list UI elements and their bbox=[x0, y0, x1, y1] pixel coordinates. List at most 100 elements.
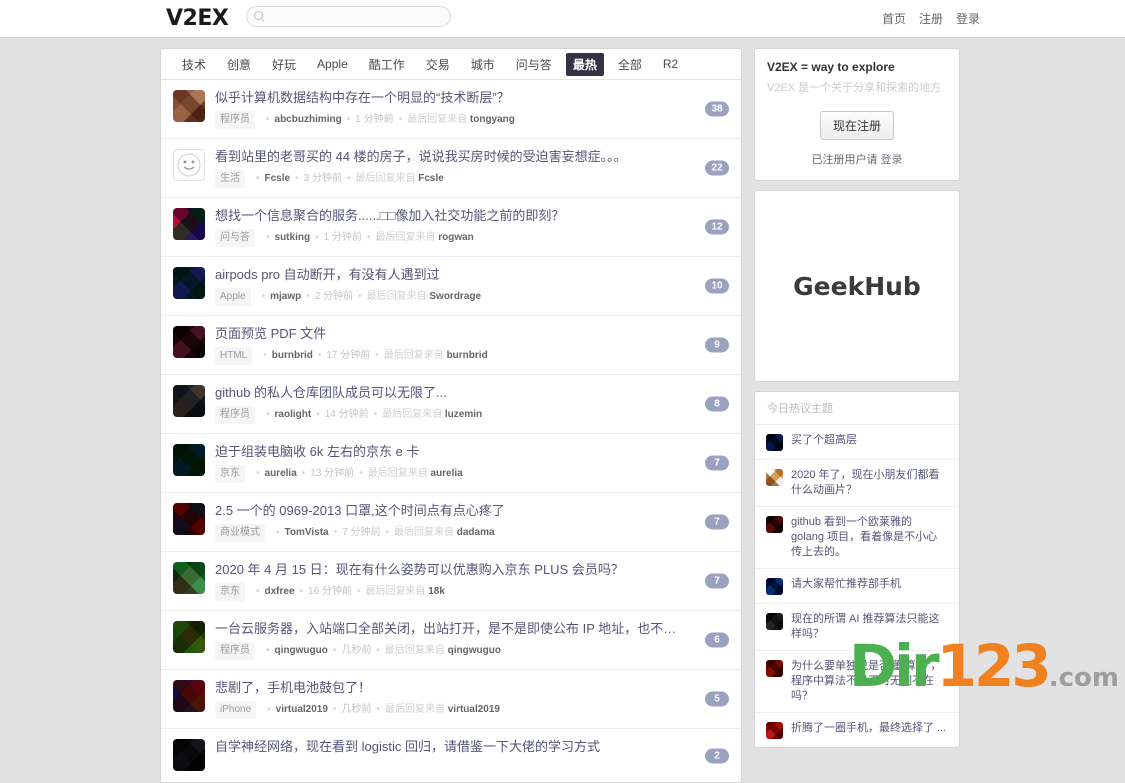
hot-topic-item[interactable]: github 看到一个欧莱雅的 golang 项目，看着像是不小心传上去的。 bbox=[755, 507, 959, 569]
topic-row[interactable]: 迫于组装电脑收 6k 左右的京东 e 卡京东 • aurelia • 13 分钟前 • 最后… bbox=[161, 434, 741, 493]
topic-row[interactable]: 自学神经网络，现在看到 logistic 回归，请借鉴一下大佬的学习方式 2 bbox=[161, 729, 741, 782]
avatar[interactable] bbox=[173, 503, 205, 535]
avatar[interactable] bbox=[173, 680, 205, 712]
topic-author[interactable]: dxfree bbox=[265, 585, 295, 599]
hot-topic-item[interactable]: 折腾了一圈手机，最终选择了 ... bbox=[755, 713, 959, 747]
avatar[interactable] bbox=[173, 326, 205, 358]
topic-author[interactable]: sutking bbox=[275, 231, 311, 245]
tab-城市[interactable]: 城市 bbox=[464, 53, 502, 76]
topic-row[interactable]: 2020 年 4 月 15 日：现在有什么姿势可以优惠购入京东 PLUS 会员吗… bbox=[161, 552, 741, 611]
topic-author[interactable]: aurelia bbox=[265, 467, 297, 481]
topic-node-badge[interactable]: Apple bbox=[215, 288, 251, 306]
avatar[interactable] bbox=[173, 149, 205, 181]
reply-count-badge[interactable]: 7 bbox=[705, 455, 729, 471]
topic-row[interactable]: 似乎计算机数据结构中存在一个明显的“技术断层”？ 程序员 • abcbuzhiming… bbox=[161, 80, 741, 139]
topic-last-replier[interactable]: 18k bbox=[428, 585, 445, 599]
topic-node-badge[interactable]: 程序员 bbox=[215, 111, 255, 129]
nav-link-home[interactable]: 首页 bbox=[882, 10, 906, 27]
topic-title[interactable]: 页面预览 PDF 文件 bbox=[215, 325, 683, 342]
topic-title[interactable]: airpods pro 自动断开，有没有人遇到过 bbox=[215, 266, 683, 283]
tab-酷工作[interactable]: 酷工作 bbox=[362, 53, 412, 76]
topic-title[interactable]: 似乎计算机数据结构中存在一个明显的“技术断层”？ bbox=[215, 89, 683, 106]
topic-last-replier[interactable]: Swordrage bbox=[429, 290, 481, 304]
hot-topic-title[interactable]: 为什么要单独说是否懂“算法”，程序中算法不是无时无刻不在吗？ bbox=[791, 659, 948, 704]
topic-row[interactable]: 悲剧了，手机电池鼓包了！ iPhone • virtual2019 • 几秒前 • 最后回复来… bbox=[161, 670, 741, 729]
topic-row[interactable]: github 的私人仓库团队成员可以无限了... 程序员 • raolight • 14 … bbox=[161, 375, 741, 434]
tab-好玩[interactable]: 好玩 bbox=[265, 53, 303, 76]
hot-topic-item[interactable]: 为什么要单独说是否懂“算法”，程序中算法不是无时无刻不在吗？ bbox=[755, 651, 959, 713]
reply-count-badge[interactable]: 38 bbox=[705, 101, 729, 117]
tab-创意[interactable]: 创意 bbox=[220, 53, 258, 76]
tab-交易[interactable]: 交易 bbox=[419, 53, 457, 76]
topic-row[interactable]: 一台云服务器，入站端口全部关闭，出站打开，是不是即使公布 IP 地址，也不会被攻… bbox=[161, 611, 741, 670]
topic-author[interactable]: burnbrid bbox=[272, 349, 313, 363]
topic-last-replier[interactable]: virtual2019 bbox=[448, 703, 500, 717]
topic-node-badge[interactable]: iPhone bbox=[215, 701, 257, 719]
topic-author[interactable]: mjawp bbox=[270, 290, 301, 304]
topic-author[interactable]: virtual2019 bbox=[276, 703, 328, 717]
topic-author[interactable]: Fcsle bbox=[265, 172, 291, 186]
tab-Apple[interactable]: Apple bbox=[310, 54, 355, 74]
hot-topic-title[interactable]: 现在的所谓 AI 推荐算法只能这样吗？ bbox=[791, 612, 948, 642]
topic-row[interactable]: 看到站里的老哥买的 44 楼的房子，说说我买房时候的受迫害妄想症。。。 生活 • Fc… bbox=[161, 139, 741, 198]
topic-node-badge[interactable]: 生活 bbox=[215, 170, 245, 188]
topic-title[interactable]: 一台云服务器，入站端口全部关闭，出站打开，是不是即使公布 IP 地址，也不会被攻… bbox=[215, 620, 683, 637]
avatar[interactable] bbox=[173, 444, 205, 476]
topic-node-badge[interactable]: 问与答 bbox=[215, 229, 255, 247]
reply-count-badge[interactable]: 5 bbox=[705, 691, 729, 707]
advertisement-box[interactable]: GeekHub bbox=[754, 190, 960, 382]
topic-title[interactable]: github 的私人仓库团队成员可以无限了... bbox=[215, 384, 683, 401]
topic-author[interactable]: TomVista bbox=[285, 526, 329, 540]
topic-node-badge[interactable]: HTML bbox=[215, 347, 253, 365]
reply-count-badge[interactable]: 7 bbox=[705, 514, 729, 530]
avatar[interactable] bbox=[173, 739, 205, 771]
reply-count-badge[interactable]: 7 bbox=[705, 573, 729, 589]
avatar[interactable] bbox=[173, 385, 205, 417]
hot-topic-title[interactable]: github 看到一个欧莱雅的 golang 项目，看着像是不小心传上去的。 bbox=[791, 515, 948, 560]
hot-topic-item[interactable]: 2020 年了，现在小朋友们都看什么动画片？ bbox=[755, 460, 959, 507]
topic-node-badge[interactable]: 程序员 bbox=[215, 642, 255, 660]
topic-last-replier[interactable]: tongyang bbox=[470, 113, 515, 127]
tab-最热[interactable]: 最热 bbox=[565, 52, 604, 76]
nav-link-register[interactable]: 注册 bbox=[919, 10, 943, 27]
topic-title[interactable]: 看到站里的老哥买的 44 楼的房子，说说我买房时候的受迫害妄想症。。。 bbox=[215, 148, 683, 165]
topic-author[interactable]: abcbuzhiming bbox=[275, 113, 342, 127]
reply-count-badge[interactable]: 12 bbox=[705, 219, 729, 235]
avatar[interactable] bbox=[173, 621, 205, 653]
tab-R2[interactable]: R2 bbox=[656, 54, 685, 74]
tab-全部[interactable]: 全部 bbox=[611, 53, 649, 76]
hot-topic-item[interactable]: 买了个超高层 bbox=[755, 425, 959, 460]
topic-last-replier[interactable]: Fcsle bbox=[418, 172, 444, 186]
reply-count-badge[interactable]: 6 bbox=[705, 632, 729, 648]
topic-last-replier[interactable]: rogwan bbox=[438, 231, 474, 245]
reply-count-badge[interactable]: 8 bbox=[705, 396, 729, 412]
register-button[interactable]: 现在注册 bbox=[819, 111, 894, 140]
topic-title[interactable]: 2.5 一个的 0969-2013 口罩,这个时间点有点心疼了 bbox=[215, 502, 683, 519]
topic-title[interactable]: 迫于组装电脑收 6k 左右的京东 e 卡 bbox=[215, 443, 683, 460]
topic-node-badge[interactable]: 京东 bbox=[215, 583, 245, 601]
hot-topic-item[interactable]: 请大家帮忙推荐部手机 bbox=[755, 569, 959, 604]
topic-last-replier[interactable]: aurelia bbox=[430, 467, 462, 481]
topic-author[interactable]: qingwuguo bbox=[275, 644, 328, 658]
hot-topic-title[interactable]: 2020 年了，现在小朋友们都看什么动画片？ bbox=[791, 468, 948, 498]
topic-row[interactable]: 页面预览 PDF 文件 HTML • burnbrid • 17 分钟前 • 最后回复来自 b… bbox=[161, 316, 741, 375]
topic-last-replier[interactable]: qingwuguo bbox=[448, 644, 501, 658]
reply-count-badge[interactable]: 9 bbox=[705, 337, 729, 353]
topic-row[interactable]: 想找一个信息聚合的服务......□□像加入社交功能之前的即刻？ 问与答 • sutk… bbox=[161, 198, 741, 257]
nav-link-login[interactable]: 登录 bbox=[956, 10, 980, 27]
topic-node-badge[interactable]: 京东 bbox=[215, 465, 245, 483]
login-link[interactable]: 登录 bbox=[881, 154, 903, 166]
topic-last-replier[interactable]: dadama bbox=[457, 526, 495, 540]
topic-node-badge[interactable]: 商业模式 bbox=[215, 524, 265, 542]
hot-topic-title[interactable]: 折腾了一圈手机，最终选择了 ... bbox=[791, 721, 946, 736]
topic-row[interactable]: 2.5 一个的 0969-2013 口罩,这个时间点有点心疼了 商业模式 • TomV… bbox=[161, 493, 741, 552]
reply-count-badge[interactable]: 10 bbox=[705, 278, 729, 294]
hot-topic-title[interactable]: 请大家帮忙推荐部手机 bbox=[791, 577, 901, 592]
site-logo[interactable]: V2EX bbox=[166, 6, 229, 31]
search-box[interactable] bbox=[246, 6, 451, 27]
avatar[interactable] bbox=[173, 562, 205, 594]
tab-问与答[interactable]: 问与答 bbox=[509, 53, 559, 76]
topic-last-replier[interactable]: luzemin bbox=[445, 408, 482, 422]
topic-title[interactable]: 2020 年 4 月 15 日：现在有什么姿势可以优惠购入京东 PLUS 会员吗… bbox=[215, 561, 683, 578]
topic-title[interactable]: 悲剧了，手机电池鼓包了！ bbox=[215, 679, 683, 696]
